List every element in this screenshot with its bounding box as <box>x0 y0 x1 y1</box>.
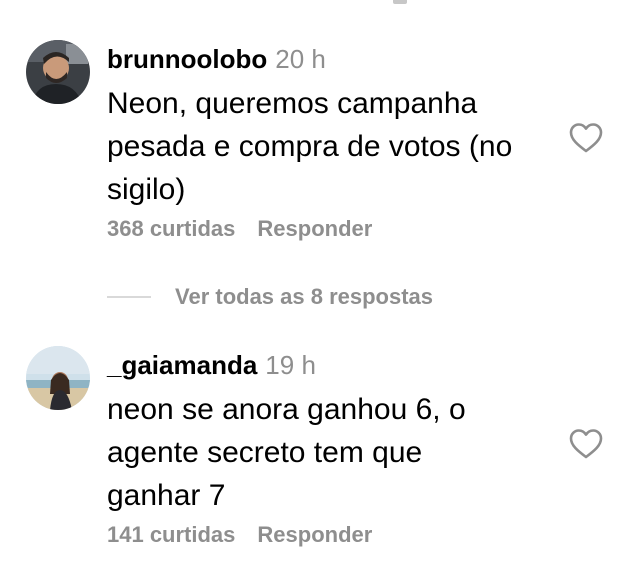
comment-text-line: ganhar 7 <box>107 479 226 512</box>
comment-text-line: pesada e compra de votos (no <box>107 130 513 163</box>
avatar[interactable] <box>26 40 90 104</box>
likes-count[interactable]: 368 curtidas <box>107 216 235 241</box>
username[interactable]: _gaiamanda <box>107 350 257 380</box>
comment-text-line: sigilo) <box>107 173 186 206</box>
reply-button[interactable]: Responder <box>257 522 372 547</box>
timestamp: 20 h <box>275 44 326 74</box>
heart-outline-icon[interactable] <box>569 428 603 460</box>
comment-text: neon se anora ganhou 6, o agente secreto… <box>107 388 557 517</box>
comment-meta: 368 curtidas Responder <box>107 214 372 244</box>
likes-count[interactable]: 141 curtidas <box>107 522 235 547</box>
comment-header: _gaiamanda 19 h <box>107 350 316 380</box>
comment-text-line: neon se anora ganhou 6, o <box>107 393 466 426</box>
comment-text-line: agente secreto tem que <box>107 436 423 469</box>
comments-page: brunnoolobo 20 h Neon, queremos campanha … <box>0 0 630 588</box>
comment-text: Neon, queremos campanha pesada e compra … <box>107 82 557 211</box>
timestamp: 19 h <box>265 350 316 380</box>
comment-meta: 141 curtidas Responder <box>107 520 372 550</box>
clipped-element-fragment <box>393 0 407 4</box>
comment: brunnoolobo 20 h Neon, queremos campanha … <box>0 38 630 258</box>
heart-outline-icon[interactable] <box>569 122 603 154</box>
comment: _gaiamanda 19 h neon se anora ganhou 6, o… <box>0 344 630 574</box>
comment-header: brunnoolobo 20 h <box>107 44 326 74</box>
reply-button[interactable]: Responder <box>257 216 372 241</box>
username[interactable]: brunnoolobo <box>107 44 267 74</box>
divider <box>107 296 151 298</box>
view-replies-button[interactable]: Ver todas as 8 respostas <box>107 282 433 312</box>
view-replies-label: Ver todas as 8 respostas <box>175 284 434 309</box>
comment-text-line: Neon, queremos campanha <box>107 87 478 120</box>
avatar[interactable] <box>26 346 90 410</box>
